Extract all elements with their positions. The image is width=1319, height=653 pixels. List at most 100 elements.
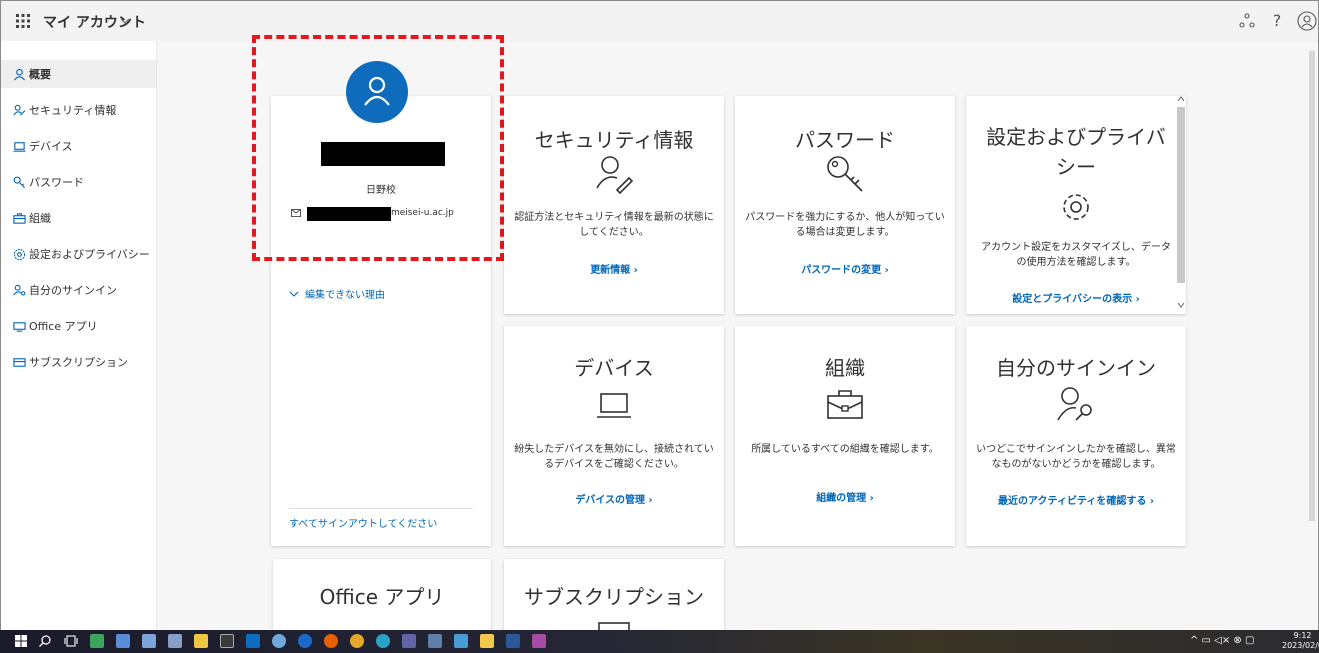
card-description: 認証方法とセキュリティ情報を最新の状態に してください。 [514, 210, 714, 240]
gear-icon [1063, 194, 1089, 220]
card-description: 紛失したデバイスを無効にし、接続されてい るデバイスをご確認ください。 [514, 442, 714, 472]
sidebar-item-security-info[interactable]: セキュリティ情報 [1, 96, 156, 124]
app-icon[interactable] [480, 634, 494, 648]
my-signins-card: 自分のサインイン いつどこでサインインしたかを確認し、異常 なものがないかどうか… [966, 326, 1186, 546]
chrome-icon[interactable] [350, 634, 364, 648]
desc-line: パスワードを強力にするか、他人が知ってい [745, 212, 945, 223]
sidebar-item-subscriptions[interactable]: サブスクリプション [1, 348, 156, 376]
app-icon[interactable] [428, 634, 442, 648]
desc-line: いつどこでサインインしたかを確認し、異常 [976, 444, 1176, 455]
app-icon[interactable] [246, 634, 260, 648]
card-description: 所属しているすべての組織を確認します。 [745, 442, 945, 457]
browser-window: マイ アカウント ? 概要 セキュリティ情報 デバイス パスワード 組織 設定お… [0, 0, 1319, 653]
subscriptions-card: サブスクリプション [504, 559, 724, 639]
signout-everywhere-link[interactable]: すべてサインアウトしてください [289, 515, 437, 530]
view-settings-link[interactable]: 設定とプライバシーの表示 › [966, 290, 1186, 305]
sidebar-item-label: 組織 [29, 212, 51, 225]
desc-line: アカウント設定をカスタマイズし、データ [981, 242, 1171, 253]
sidebar-item-label: 自分のサインイン [29, 284, 117, 297]
clock-time: 9:12 [1293, 631, 1312, 640]
page-scrollbar-thumb[interactable] [1309, 51, 1315, 521]
sidebar-item-overview[interactable]: 概要 [1, 60, 156, 88]
review-recent-activity-link[interactable]: 最近のアクティビティを確認する › [966, 492, 1186, 507]
app-icon[interactable] [454, 634, 468, 648]
subscription-icon [13, 357, 26, 367]
desc-line: るデバイスをご確認ください。 [544, 459, 684, 470]
task-view-icon[interactable] [64, 634, 78, 648]
desc-line: 認証方法とセキュリティ情報を最新の状態に [514, 212, 714, 223]
card-description: アカウント設定をカスタマイズし、データ の使用方法を確認します。 [976, 240, 1176, 270]
desc-line: の使用方法を確認します。 [1016, 257, 1136, 268]
taskbar: ^ ▭ ◁× ⊗ ▢ 9:12 2023/02/0 [0, 630, 1319, 653]
desc-line: る場合は変更します。 [795, 227, 895, 238]
page-scrollbar[interactable] [1307, 41, 1317, 631]
office-icon [13, 321, 26, 332]
app-icon[interactable] [116, 634, 130, 648]
password-card: パスワード パスワードを強力にするか、他人が知ってい る場合は変更します。 パス… [735, 96, 955, 314]
card-title: 自分のサインイン [996, 356, 1156, 380]
sidebar-item-settings-privacy[interactable]: 設定およびプライバシー [1, 240, 156, 268]
manage-devices-link[interactable]: デバイスの管理 › [504, 491, 724, 506]
sidebar-item-label: 概要 [29, 68, 51, 81]
gear-icon [13, 248, 26, 260]
security-info-card: セキュリティ情報 認証方法とセキュリティ情報を最新の状態に してください。 更新… [504, 96, 724, 314]
office-apps-card: Office アプリ [273, 559, 491, 639]
app-icon[interactable] [272, 634, 286, 648]
clock-date: 2023/02/0 [1282, 641, 1319, 650]
tray-icons[interactable]: ^ ▭ ◁× ⊗ ▢ [1190, 635, 1254, 646]
app-icon[interactable] [168, 634, 182, 648]
card-scrollbar[interactable] [1176, 95, 1186, 315]
app-icon[interactable] [142, 634, 156, 648]
sidebar-item-my-signins[interactable]: 自分のサインイン [1, 276, 156, 304]
update-info-link[interactable]: 更新情報 › [504, 261, 724, 276]
key-icon [13, 176, 26, 188]
scrollbar-thumb[interactable] [1177, 107, 1185, 283]
desc-line: 所属しているすべての組織を確認します。 [751, 444, 939, 455]
card-description: いつどこでサインインしたかを確認し、異常 なものがないかどうかを確認します。 [976, 442, 1176, 472]
why-cant-edit-label: 編集できない理由 [305, 290, 385, 301]
windows-start-icon[interactable] [14, 634, 28, 648]
terminal-icon[interactable] [220, 634, 234, 648]
clock[interactable]: 9:12 2023/02/0 [1282, 631, 1319, 651]
chevron-down-icon [289, 291, 299, 297]
change-password-link[interactable]: パスワードの変更 › [735, 261, 955, 276]
app-icon[interactable] [90, 634, 104, 648]
sidebar-item-organizations[interactable]: 組織 [1, 204, 156, 232]
edge-icon[interactable] [376, 634, 390, 648]
scroll-down-icon[interactable] [1177, 301, 1185, 309]
sidebar-item-password[interactable]: パスワード [1, 168, 156, 196]
why-cant-edit-link[interactable]: 編集できない理由 [289, 286, 385, 301]
sidebar-item-office-apps[interactable]: Office アプリ [1, 312, 156, 340]
word-icon[interactable] [506, 634, 520, 648]
help-icon[interactable]: ? [1267, 11, 1287, 31]
desc-line: なものがないかどうかを確認します。 [991, 459, 1161, 470]
highlight-box [252, 35, 504, 261]
teams-icon[interactable] [402, 634, 416, 648]
file-explorer-icon[interactable] [194, 634, 208, 648]
chevron-down-icon[interactable] [119, 15, 131, 27]
sidebar-item-label: 設定およびプライバシー [29, 248, 150, 261]
signin-icon [13, 284, 26, 295]
sidebar: 概要 セキュリティ情報 デバイス パスワード 組織 設定およびプライバシー 自分… [1, 41, 157, 631]
sidebar-item-label: パスワード [29, 176, 84, 189]
firefox-icon[interactable] [324, 634, 338, 648]
top-bar: マイ アカウント ? [1, 1, 1318, 42]
card-title: Office アプリ [319, 585, 445, 609]
organizations-card: 組織 所属しているすべての組織を確認します。 組織の管理 › [735, 326, 955, 546]
briefcase-icon [827, 390, 863, 419]
organization-icon[interactable] [1237, 11, 1257, 31]
account-icon[interactable] [1297, 11, 1317, 31]
search-icon[interactable] [38, 634, 52, 648]
briefcase-icon [13, 212, 26, 224]
manage-organizations-link[interactable]: 組織の管理 › [735, 489, 955, 504]
card-title: セキュリティ情報 [534, 128, 694, 152]
scroll-up-icon[interactable] [1177, 95, 1185, 103]
security-info-icon [13, 104, 26, 116]
waffle-icon[interactable] [15, 13, 31, 29]
internet-explorer-icon[interactable] [298, 634, 312, 648]
card-title: サブスクリプション [524, 585, 704, 609]
security-info-icon [596, 156, 633, 194]
person-icon [13, 68, 26, 80]
sidebar-item-devices[interactable]: デバイス [1, 132, 156, 160]
app-icon[interactable] [532, 634, 546, 648]
